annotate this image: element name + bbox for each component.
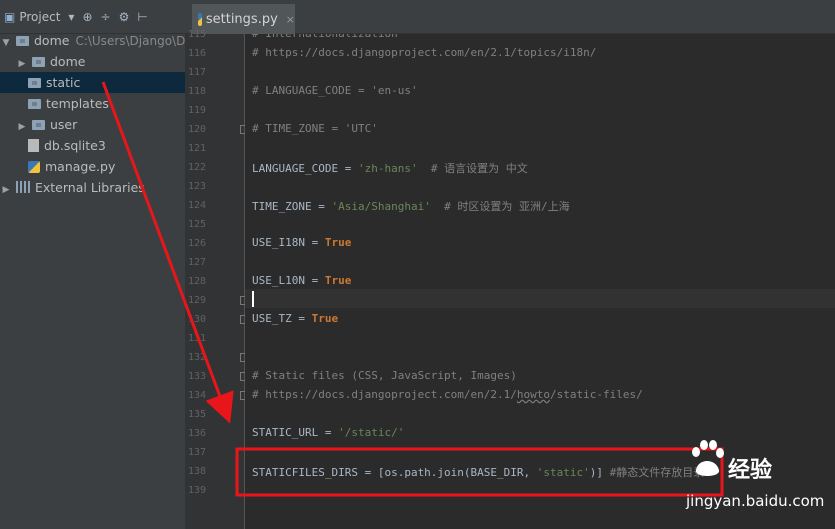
annotation-arrow [101,81,234,424]
watermark-url: jingyan.baidu.com [686,492,825,510]
baidu-jingyan-watermark: 经验 jingyan.baidu.com [686,432,826,524]
paw-logo-icon [692,440,724,476]
annotation-highlight-box [235,447,724,497]
watermark-title: 经验 [728,458,773,483]
